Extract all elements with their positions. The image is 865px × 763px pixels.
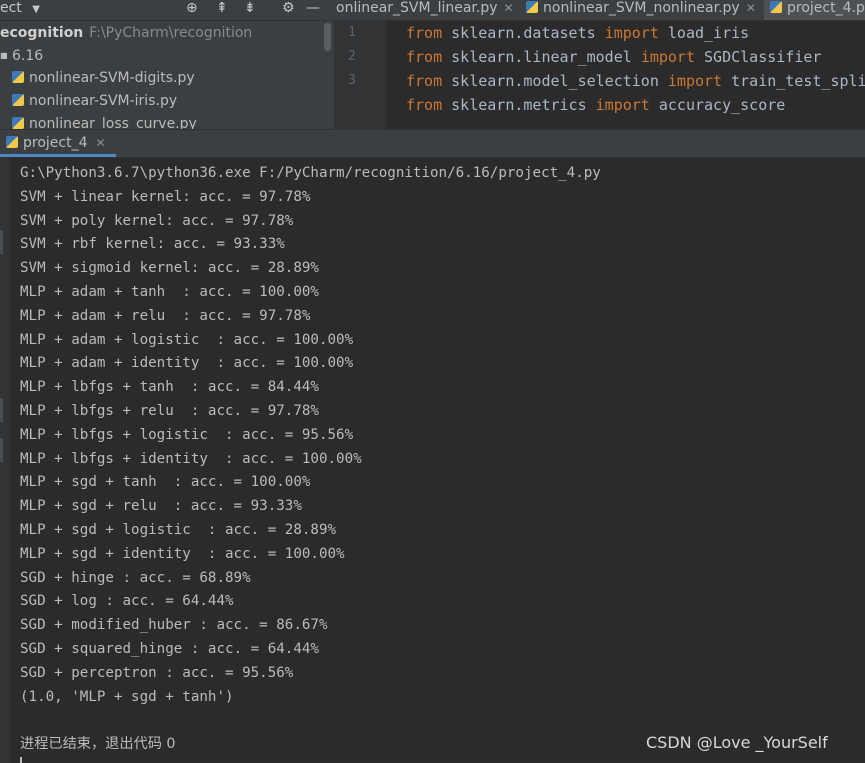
console-line: SVM + rbf kernel: acc. = 93.33% xyxy=(20,236,285,253)
console-line: MLP + adam + relu : acc. = 97.78% xyxy=(20,307,311,324)
expand-all-icon[interactable]: ⇞ xyxy=(216,0,228,16)
console-line: MLP + adam + tanh : acc. = 100.00% xyxy=(20,284,319,300)
console-line: MLP + adam + identity : acc. = 100.00% xyxy=(20,355,354,372)
target-icon[interactable]: ⊕ xyxy=(186,0,198,16)
close-icon[interactable]: ✕ xyxy=(96,136,106,150)
project-tree: ecognition F:\PyCharm\recognition ■ 6.16 … xyxy=(0,21,334,129)
console-line: SVM + poly kernel: acc. = 97.78% xyxy=(20,212,294,229)
tab-label: project_4.p xyxy=(787,0,865,16)
line-number-gutter xyxy=(334,21,386,129)
code-editor[interactable]: 1 2 3 from sklearn.datasets import load_… xyxy=(334,21,865,129)
code-line: from sklearn.model_selection import trai… xyxy=(406,72,865,90)
folder-bullet-icon: ■ xyxy=(0,51,8,60)
file-name: nonlinear_loss_curve.py xyxy=(29,116,197,129)
console-line: SGD + log : acc. = 64.44% xyxy=(20,593,234,610)
console-line: MLP + lbfgs + logistic : acc. = 95.56% xyxy=(20,426,354,443)
project-view-selector[interactable]: ect ▼ xyxy=(0,0,40,18)
file-name: nonlinear-SVM-iris.py xyxy=(29,93,178,109)
console-line: MLP + adam + logistic : acc. = 100.00% xyxy=(20,331,354,348)
tree-file[interactable]: nonlinear-SVM-iris.py xyxy=(12,90,177,112)
console-line: SGD + perceptron : acc. = 95.56% xyxy=(20,664,294,681)
console-line: MLP + sgd + logistic : acc. = 28.89% xyxy=(20,522,337,538)
console-line: MLP + lbfgs + relu : acc. = 97.78% xyxy=(20,403,319,419)
python-file-icon xyxy=(12,71,24,83)
root-name: ecognition xyxy=(0,25,84,41)
folder-name: 6.16 xyxy=(12,48,44,64)
console-line: SVM + sigmoid kernel: acc. = 28.89% xyxy=(20,260,319,277)
tab-label: nonlinear_SVM_nonlinear.py xyxy=(543,0,740,16)
python-file-icon xyxy=(770,1,782,13)
run-tab-project-4[interactable]: project_4 ✕ xyxy=(0,130,116,157)
tab-nonlinear-svm-linear[interactable]: onlinear_SVM_linear.py ✕ xyxy=(336,0,516,20)
file-name: nonlinear-SVM-digits.py xyxy=(29,70,195,86)
dropdown-arrow-icon: ▼ xyxy=(32,4,40,15)
tree-file[interactable]: nonlinear_loss_curve.py xyxy=(12,113,197,129)
console-line: SGD + modified_huber : acc. = 86.67% xyxy=(20,617,328,634)
python-file-icon xyxy=(526,1,538,13)
console-line: MLP + sgd + tanh : acc. = 100.00% xyxy=(20,474,311,491)
tree-scrollbar[interactable] xyxy=(324,23,331,51)
console-line: SGD + hinge : acc. = 68.89% xyxy=(20,569,251,586)
gutter-marker xyxy=(0,230,3,254)
console-line: MLP + lbfgs + tanh : acc. = 84.44% xyxy=(20,379,319,396)
tree-folder[interactable]: ■ 6.16 xyxy=(0,45,43,67)
process-exit-message: 进程已结束，退出代码 0 xyxy=(20,736,176,753)
gear-icon[interactable]: ⚙ xyxy=(282,0,295,16)
console-line: SVM + linear kernel: acc. = 97.78% xyxy=(20,188,311,205)
python-file-icon xyxy=(6,136,18,148)
line-number: 1 xyxy=(348,25,356,40)
run-tool-header: project_4 ✕ xyxy=(0,129,865,158)
console-line: (1.0, 'MLP + sgd + tanh') xyxy=(20,688,234,705)
tree-file[interactable]: nonlinear-SVM-digits.py xyxy=(12,67,195,89)
console-line: SGD + squared_hinge : acc. = 64.44% xyxy=(20,641,319,657)
tab-project-4[interactable]: project_4.p xyxy=(764,0,865,20)
root-path: F:\PyCharm\recognition xyxy=(89,25,253,41)
python-file-icon xyxy=(12,117,24,129)
close-icon[interactable]: ✕ xyxy=(504,1,514,15)
console-line: MLP + lbfgs + identity : acc. = 100.00% xyxy=(20,450,362,467)
close-icon[interactable]: ✕ xyxy=(746,1,756,15)
line-number: 3 xyxy=(348,73,356,88)
gutter-marker xyxy=(0,398,3,422)
collapse-all-icon[interactable]: ⇟ xyxy=(244,0,256,16)
project-view-label: ect xyxy=(0,0,22,16)
console-line: G:\Python3.6.7\python36.exe F:/PyCharm/r… xyxy=(20,165,601,181)
code-line: from sklearn.linear_model import SGDClas… xyxy=(406,48,822,66)
top-toolbar: ect ▼ ⊕ ⇞ ⇟ ⚙ — onlinear_SVM_linear.py ✕ … xyxy=(0,0,865,21)
run-tab-label: project_4 xyxy=(23,135,88,151)
tab-label: onlinear_SVM_linear.py xyxy=(336,0,498,16)
tree-root[interactable]: ecognition F:\PyCharm\recognition xyxy=(0,22,252,44)
code-line: from sklearn.datasets import load_iris xyxy=(406,24,750,42)
gutter-marker xyxy=(0,438,3,462)
console-gutter xyxy=(0,158,10,763)
console-line: MLP + sgd + identity : acc. = 100.00% xyxy=(20,545,345,562)
watermark: CSDN @Love _YourSelf xyxy=(646,733,828,752)
code-line: from sklearn.metrics import accuracy_sco… xyxy=(406,96,786,114)
tab-nonlinear-svm-nonlinear[interactable]: nonlinear_SVM_nonlinear.py ✕ xyxy=(526,0,764,20)
line-number: 2 xyxy=(348,49,356,64)
minimize-icon[interactable]: — xyxy=(306,0,320,16)
console-line: MLP + sgd + relu : acc. = 93.33% xyxy=(20,498,302,515)
python-file-icon xyxy=(12,94,24,106)
text-cursor xyxy=(20,757,22,763)
